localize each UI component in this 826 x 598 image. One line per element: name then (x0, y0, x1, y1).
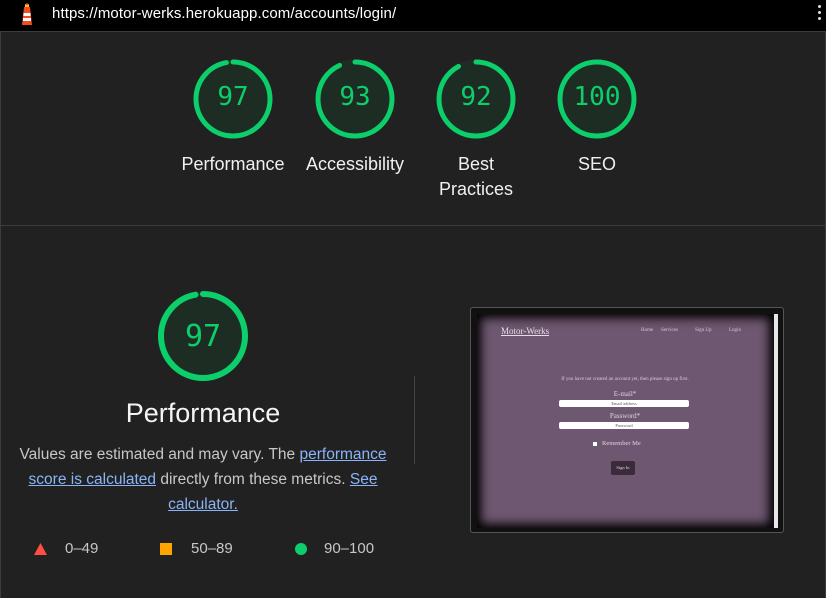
performance-gauge-large: 97 (156, 289, 250, 383)
gauge-score: 97 (184, 319, 222, 354)
gauge-accessibility[interactable]: 93 Accessibility (295, 58, 415, 177)
score-gauges: 97 Performance 93 Accessibility 92 Best … (0, 58, 826, 218)
screenshot-notice: If you have not created an account yet, … (561, 377, 689, 382)
gauge-label: Best Practices (416, 152, 536, 202)
screenshot-scrollbar (774, 314, 778, 528)
screenshot-email-label: E-mail* (613, 390, 637, 398)
page-url[interactable]: https://motor-werks.herokuapp.com/accoun… (52, 5, 396, 22)
legend-range: 0–49 (65, 540, 99, 557)
screenshot-nav-item: Services (661, 328, 678, 333)
gauge-label: SEO (577, 154, 616, 174)
gauge-score: 97 (217, 82, 249, 112)
legend-range: 90–100 (324, 540, 375, 557)
gauge-label: Accessibility (305, 154, 405, 174)
page-screenshot[interactable]: Motor-Werks Home Services Sign Up Login … (470, 307, 784, 533)
screenshot-email-input: Email address (559, 400, 689, 407)
gauge-best-practices[interactable]: 92 Best Practices (416, 58, 536, 202)
screenshot-brand: Motor-Werks (501, 326, 550, 336)
screenshot-remember-label: Remember Me (602, 440, 641, 447)
screenshot-remember: Remember Me (593, 440, 641, 447)
performance-title: Performance (125, 398, 281, 428)
url-bar: https://motor-werks.herokuapp.com/accoun… (0, 0, 826, 32)
performance-description: Values are estimated and may vary. The p… (18, 442, 388, 517)
gauge-score: 93 (339, 82, 371, 112)
gauge-performance[interactable]: 97 Performance (173, 58, 293, 177)
screenshot-password-input: Password (559, 422, 689, 429)
screenshot-page: Motor-Werks Home Services Sign Up Login … (477, 314, 773, 528)
square-icon (160, 543, 172, 555)
score-legend: 0–49 50–89 90–100 (0, 540, 406, 560)
section-divider (1, 225, 825, 226)
gauge-label-line2: Practices (438, 179, 514, 199)
vertical-separator (414, 376, 415, 464)
gauge-label-line1: Best (457, 154, 495, 174)
screenshot-password-label: Password* (609, 412, 641, 420)
screenshot-signin-button: Sign In (611, 461, 635, 475)
triangle-icon (34, 543, 47, 555)
desc-text: Values are estimated and may vary. The (19, 446, 300, 463)
gauge-label: Performance (181, 154, 285, 174)
screenshot-nav-item: Home (641, 328, 654, 333)
gauge-score: 100 (573, 82, 621, 112)
screenshot-nav-item: Login (729, 328, 741, 333)
lighthouse-icon (22, 3, 32, 25)
desc-text: directly from these metrics. (156, 471, 350, 488)
circle-icon (295, 543, 307, 555)
kebab-menu-icon[interactable] (816, 3, 822, 27)
screenshot-nav-item: Sign Up (695, 328, 712, 333)
gauge-score: 92 (460, 82, 492, 112)
legend-range: 50–89 (191, 540, 233, 557)
gauge-seo[interactable]: 100 SEO (537, 58, 657, 177)
